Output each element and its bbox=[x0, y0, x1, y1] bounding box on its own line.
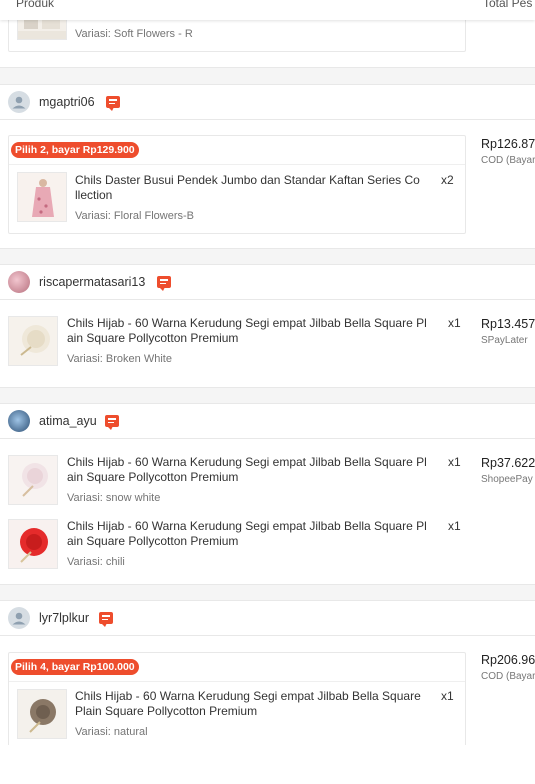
product-name[interactable]: Chils Daster Busui Pendek Jumbo dan Stan… bbox=[75, 173, 435, 203]
chat-icon[interactable] bbox=[99, 612, 113, 627]
order-card: mgaptri06 Pilih 2, bayar Rp129.900 Chils… bbox=[0, 84, 535, 249]
user-avatar[interactable] bbox=[8, 271, 30, 293]
chat-icon[interactable] bbox=[105, 415, 119, 430]
order-item-box: Pilih 4, bayar Rp100.000 Chils Hijab - 6… bbox=[8, 652, 466, 752]
buyer-header: atima_ayu bbox=[0, 404, 535, 439]
order-price: Rp13.457 bbox=[481, 317, 535, 331]
payment-method: COD (Bayar bbox=[481, 671, 535, 682]
product-thumbnail[interactable] bbox=[8, 455, 58, 505]
buyer-username[interactable]: atima_ayu bbox=[39, 414, 97, 428]
order-price: Rp206.96 bbox=[481, 653, 535, 667]
product-variant: Variasi: chili bbox=[67, 556, 125, 568]
order-price: Rp37.622 bbox=[481, 456, 535, 470]
product-quantity: x1 bbox=[448, 519, 461, 533]
product-thumbnail[interactable] bbox=[17, 172, 67, 222]
buyer-username[interactable]: lyr7lplkur bbox=[39, 611, 89, 625]
product-quantity: x1 bbox=[441, 689, 454, 703]
user-avatar[interactable] bbox=[8, 607, 30, 629]
product-variant: Variasi: Broken White bbox=[67, 353, 172, 365]
user-avatar[interactable] bbox=[8, 91, 30, 113]
column-header-total: Total Pes bbox=[483, 0, 533, 10]
chat-icon[interactable] bbox=[157, 276, 171, 291]
product-quantity: x1 bbox=[448, 455, 461, 469]
order-price: Rp126.87 bbox=[481, 137, 535, 151]
product-thumbnail[interactable] bbox=[8, 316, 58, 366]
order-card: riscapermatasari13 Chils Hijab - 60 Warn… bbox=[0, 264, 535, 388]
product-thumbnail[interactable] bbox=[17, 689, 67, 739]
product-variant: Variasi: Floral Flowers-B bbox=[75, 210, 194, 222]
payment-method: ShopeePay bbox=[481, 474, 533, 485]
table-header: Produk Total Pes bbox=[0, 0, 535, 20]
product-name[interactable]: Chils Hijab - 60 Warna Kerudung Segi emp… bbox=[67, 316, 442, 346]
product-name[interactable]: Chils Hijab - 60 Warna Kerudung Segi emp… bbox=[67, 455, 442, 485]
bundle-deal-bar: Pilih 4, bayar Rp100.000 bbox=[9, 653, 465, 682]
buyer-header: lyr7lplkur bbox=[0, 601, 535, 636]
product-name[interactable]: Chils Hijab - 60 Warna Kerudung Segi emp… bbox=[75, 689, 435, 719]
bundle-deal-badge: Pilih 4, bayar Rp100.000 bbox=[11, 659, 139, 675]
user-avatar[interactable] bbox=[8, 410, 30, 432]
bottom-fade bbox=[0, 745, 535, 784]
order-item-box: Pilih 2, bayar Rp129.900 Chils Daster Bu… bbox=[8, 135, 466, 234]
order-card: atima_ayu Chils Hijab - 60 Warna Kerudun… bbox=[0, 403, 535, 585]
product-variant: Variasi: natural bbox=[75, 726, 148, 738]
bundle-deal-bar: Pilih 2, bayar Rp129.900 bbox=[9, 136, 465, 165]
buyer-username[interactable]: riscapermatasari13 bbox=[39, 275, 145, 289]
payment-method: COD (Bayar bbox=[481, 155, 535, 166]
buyer-username[interactable]: mgaptri06 bbox=[39, 95, 95, 109]
product-variant: Variasi: Soft Flowers - R bbox=[75, 28, 193, 40]
payment-method: SPayLater bbox=[481, 335, 528, 346]
column-header-product: Produk bbox=[16, 0, 55, 10]
product-variant: Variasi: snow white bbox=[67, 492, 161, 504]
product-thumbnail[interactable] bbox=[8, 519, 58, 569]
product-quantity: x2 bbox=[441, 173, 454, 187]
product-name[interactable]: Chils Hijab - 60 Warna Kerudung Segi emp… bbox=[67, 519, 442, 549]
order-card: lyr7lplkur Pilih 4, bayar Rp100.000 Chil… bbox=[0, 600, 535, 784]
bundle-deal-badge: Pilih 2, bayar Rp129.900 bbox=[11, 142, 139, 158]
product-quantity: x1 bbox=[448, 316, 461, 330]
buyer-header: mgaptri06 bbox=[0, 85, 535, 120]
buyer-header: riscapermatasari13 bbox=[0, 265, 535, 300]
chat-icon[interactable] bbox=[106, 96, 120, 111]
